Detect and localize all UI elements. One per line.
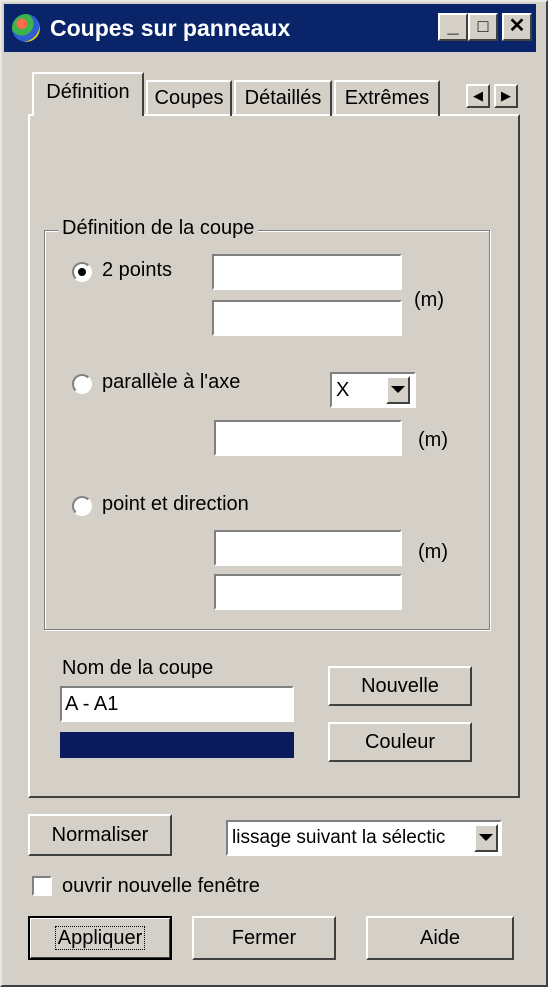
unit-label: (m)	[414, 289, 444, 311]
minimize-icon: _	[447, 15, 459, 37]
chevron-down-icon	[479, 834, 493, 841]
maximize-icon: □	[477, 16, 489, 36]
close-icon: ✕	[508, 15, 526, 37]
open-new-window-checkbox[interactable]	[32, 876, 52, 896]
window-title: Coupes sur panneaux	[50, 15, 291, 41]
tab-label: Extrêmes	[344, 87, 430, 109]
arrow-right-icon: ▶	[501, 88, 511, 103]
axis-select[interactable]: X	[330, 372, 416, 408]
arrow-left-icon: ◀	[473, 88, 483, 103]
close-button[interactable]: Fermer	[192, 916, 336, 960]
new-button[interactable]: Nouvelle	[328, 666, 472, 706]
radio-dot	[78, 268, 86, 276]
group-title: Définition de la coupe	[58, 216, 259, 240]
tab-coupes[interactable]: Coupes	[146, 80, 232, 116]
radio-point-direction-label: point et direction	[102, 493, 249, 515]
cut-name-label: Nom de la coupe	[62, 657, 214, 679]
axis-dropdown-button[interactable]	[386, 376, 410, 404]
globe-icon	[12, 14, 40, 42]
chevron-down-icon	[391, 386, 405, 393]
tab-label: Définition	[46, 81, 130, 103]
help-button[interactable]: Aide	[366, 916, 514, 960]
direction-input[interactable]	[214, 574, 402, 610]
tab-definition[interactable]: Définition	[32, 72, 144, 116]
cut-color-swatch	[60, 732, 294, 758]
open-new-window-label: ouvrir nouvelle fenêtre	[62, 875, 260, 897]
smoothing-select-value: lissage suivant la sélectic	[232, 827, 446, 848]
tab-scroll-right-button[interactable]: ▶	[494, 84, 518, 108]
title-bar[interactable]: Coupes sur panneaux _ □ ✕	[4, 4, 536, 52]
point2-input[interactable]	[212, 300, 402, 336]
tab-extremes[interactable]: Extrêmes	[334, 80, 440, 116]
unit-label: (m)	[418, 541, 448, 563]
normalize-button[interactable]: Normaliser	[28, 814, 172, 856]
tab-label: Détaillés	[244, 87, 322, 109]
color-button[interactable]: Couleur	[328, 722, 472, 762]
smoothing-dropdown-button[interactable]	[474, 824, 498, 852]
cut-name-input[interactable]	[60, 686, 294, 722]
radio-two-points-label: 2 points	[102, 259, 173, 281]
tab-detailles[interactable]: Détaillés	[234, 80, 332, 116]
point-input[interactable]	[214, 530, 402, 566]
axis-offset-input[interactable]	[214, 420, 402, 456]
smoothing-select[interactable]: lissage suivant la sélectic	[226, 820, 502, 856]
tab-label: Coupes	[154, 87, 224, 109]
apply-button-label: Appliquer	[54, 926, 146, 950]
apply-button[interactable]: Appliquer	[28, 916, 172, 960]
close-window-button[interactable]: ✕	[502, 13, 532, 41]
radio-point-direction[interactable]	[72, 496, 92, 516]
radio-two-points[interactable]	[72, 262, 92, 282]
radio-parallel-axis	[72, 374, 92, 394]
tab-scroll-left-button[interactable]: ◀	[466, 84, 490, 108]
unit-label: (m)	[418, 429, 448, 451]
minimize-button[interactable]: _	[438, 13, 468, 41]
radio-parallel-axis-label: parallèle à l'axe	[102, 371, 241, 393]
maximize-button[interactable]: □	[468, 13, 498, 41]
point1-input[interactable]	[212, 254, 402, 290]
axis-select-value: X	[336, 379, 350, 401]
